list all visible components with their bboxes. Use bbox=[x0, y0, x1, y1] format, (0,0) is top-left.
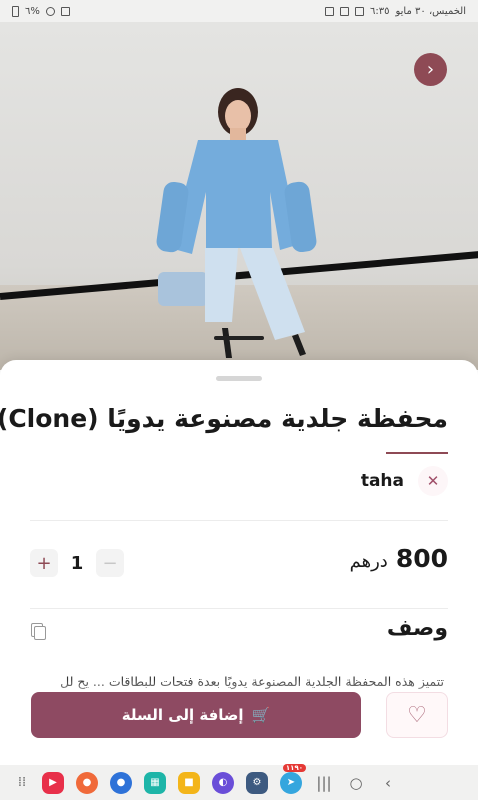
calendar-app-icon[interactable]: ▦ bbox=[144, 771, 166, 794]
messages-app-icon[interactable]: ● bbox=[110, 771, 132, 794]
back-icon[interactable]: ‹ bbox=[378, 774, 398, 792]
wifi-icon bbox=[45, 6, 55, 16]
add-to-cart-button[interactable]: 🛒 إضافة إلى السلة bbox=[31, 692, 361, 738]
description-heading: وصف bbox=[386, 616, 448, 641]
battery-percent: ٦% bbox=[25, 5, 40, 17]
settings-app-icon[interactable]: ⚙ bbox=[246, 771, 268, 794]
product-title: محفظة جلدية مصنوعة يدويًا (Clone) bbox=[0, 404, 448, 433]
copy-icon[interactable] bbox=[31, 623, 46, 640]
seller-name: taha bbox=[360, 471, 404, 491]
mute-icon bbox=[60, 6, 70, 16]
price-currency: درهم bbox=[349, 551, 388, 572]
decrease-quantity-button[interactable]: − bbox=[96, 549, 124, 577]
seller-logo-icon: ✕ bbox=[418, 466, 448, 496]
battery-icon bbox=[12, 5, 19, 17]
status-bar: ٦% ٦:٣٥ الخميس، ٣٠ مايو bbox=[0, 0, 478, 22]
notification-icon bbox=[325, 6, 334, 16]
increase-quantity-button[interactable]: + bbox=[30, 549, 58, 577]
seller-info[interactable]: taha ✕ bbox=[361, 466, 448, 496]
favorite-button[interactable]: ♡ bbox=[386, 692, 448, 738]
home-icon[interactable]: ○ bbox=[346, 774, 366, 792]
telegram-badge: ١١٩٠ bbox=[282, 763, 306, 772]
divider bbox=[30, 608, 448, 609]
youtube-app-icon[interactable]: ▶ bbox=[42, 771, 64, 794]
cart-icon: 🛒 bbox=[251, 706, 271, 724]
image-scroll-indicator bbox=[214, 336, 264, 340]
heart-icon: ♡ bbox=[407, 702, 427, 728]
add-to-cart-label: إضافة إلى السلة bbox=[121, 706, 244, 724]
app-drawer-icon[interactable]: ⁞⁞ bbox=[14, 775, 30, 790]
internet-app-icon[interactable]: ◐ bbox=[212, 771, 234, 794]
telegram-app-icon[interactable]: ➤ ١١٩٠ bbox=[280, 763, 306, 794]
status-date: الخميس، ٣٠ مايو bbox=[395, 5, 466, 17]
next-image-button[interactable]: › bbox=[414, 53, 447, 86]
drag-handle[interactable] bbox=[216, 376, 262, 381]
quantity-value: 1 bbox=[70, 552, 84, 574]
image-icon bbox=[355, 6, 364, 16]
divider bbox=[30, 520, 448, 521]
navigation-bar: ⁞⁞ ▶ ● ● ▦ ■ ◐ ⚙ ➤ ١١٩٠ ||| ○ ‹ bbox=[0, 763, 478, 800]
price-amount: 800 bbox=[395, 544, 448, 573]
minus-icon: − bbox=[102, 552, 118, 574]
product-image[interactable]: › bbox=[0, 22, 478, 370]
action-bar: 🛒 إضافة إلى السلة ♡ bbox=[0, 680, 478, 765]
files-app-icon[interactable]: ■ bbox=[178, 771, 200, 794]
quantity-stepper: + 1 − bbox=[30, 549, 124, 577]
title-underline bbox=[386, 452, 448, 454]
chevron-right-icon: › bbox=[426, 59, 435, 80]
status-clock: ٦:٣٥ bbox=[370, 5, 390, 17]
price: 800 درهم bbox=[350, 544, 448, 573]
recents-icon[interactable]: ||| bbox=[314, 774, 334, 792]
contacts-app-icon[interactable]: ● bbox=[76, 771, 98, 794]
model-figure bbox=[156, 88, 317, 358]
download-icon bbox=[340, 6, 349, 16]
plus-icon: + bbox=[36, 552, 52, 574]
